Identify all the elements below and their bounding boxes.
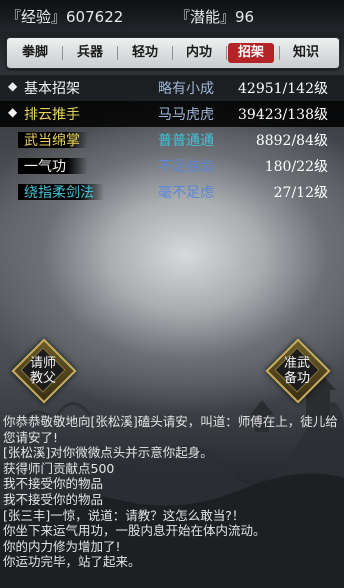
- tab-divider: [226, 46, 227, 60]
- skill-name: 武当绵掌: [24, 133, 80, 149]
- game-screen: 『经验』607622 『潜能』96 拳脚 兵器 轻功 内功 招架 知识 ◆ 基本…: [0, 0, 344, 588]
- log-line: 我不接受你的物品: [3, 476, 104, 492]
- ask-master-label-line1: 请师: [29, 356, 56, 371]
- potential-value: 96: [235, 8, 255, 26]
- experience-stat: 『经验』607622: [6, 6, 123, 27]
- skill-row[interactable]: 武当绵掌 普普通通 8892/84级: [0, 127, 344, 153]
- skill-name: 基本招架: [24, 81, 80, 97]
- prepare-martial-label-line1: 准武: [283, 356, 310, 371]
- tab-divider: [279, 46, 280, 60]
- skill-category-tabs: 拳脚 兵器 轻功 内功 招架 知识: [6, 37, 340, 69]
- skill-progress: 180/22级: [264, 159, 328, 175]
- tab-fist[interactable]: 拳脚: [13, 43, 57, 63]
- tab-knowledge[interactable]: 知识: [283, 43, 329, 63]
- log-line: 我不接受你的物品: [3, 491, 104, 507]
- skill-progress: 27/12级: [273, 185, 328, 201]
- skill-level: 马马虎虎: [158, 107, 214, 123]
- experience-value: 607622: [66, 8, 124, 26]
- skill-row-selected[interactable]: ◆ 排云推手 马马虎虎 39423/138级: [0, 101, 344, 127]
- skill-level: 不足挂齿: [158, 159, 214, 175]
- prepare-martial-button[interactable]: 准武 备功: [265, 338, 331, 404]
- skill-level: 普普通通: [158, 133, 214, 149]
- tab-lightness[interactable]: 轻功: [123, 43, 167, 63]
- ask-master-label-line2: 教父: [29, 371, 56, 386]
- skill-name: 绕指柔剑法: [24, 185, 94, 201]
- skill-progress: 39423/138级: [238, 107, 328, 123]
- skill-progress: 42951/142级: [238, 81, 328, 97]
- stats-bar: 『经验』607622 『潜能』96: [0, 0, 344, 32]
- skill-name: 排云推手: [24, 107, 80, 123]
- skill-row[interactable]: 一气功 不足挂齿 180/22级: [0, 153, 344, 179]
- log-line: 获得师门贡献点500: [3, 460, 115, 476]
- tab-parry[interactable]: 招架: [228, 43, 274, 63]
- skill-level: 毫不足虑: [158, 185, 214, 201]
- ask-master-label: 请师 教父: [13, 356, 73, 386]
- tab-divider: [62, 46, 63, 60]
- message-log: 你恭恭敬敬地向[张松溪]磕头请安，叫道：师傅在上，徒儿给您请安了! [张松溪]对…: [0, 414, 344, 588]
- tab-divider: [172, 46, 173, 60]
- potential-label: 『潜能』: [175, 8, 236, 26]
- log-line: 你恭恭敬敬地向[张松溪]磕头请安，叫道：师傅在上，徒儿给您请安了!: [3, 414, 338, 445]
- skill-row[interactable]: ◆ 基本招架 略有小成 42951/142级: [0, 75, 344, 101]
- log-line: 你坐下来运气用功，一股内息开始在体内流动。: [3, 523, 266, 539]
- diamond-bullet-icon: ◆: [8, 105, 18, 119]
- prepare-martial-label: 准武 备功: [267, 356, 327, 386]
- skill-name: 一气功: [24, 159, 66, 175]
- tab-internal[interactable]: 内功: [177, 43, 221, 63]
- skill-level: 略有小成: [158, 81, 214, 97]
- prepare-martial-label-line2: 备功: [283, 371, 310, 386]
- log-line: [张松溪]对你微微点头并示意你起身。: [3, 445, 213, 461]
- log-line: 你的内力修为增加了!: [3, 538, 121, 554]
- log-line: 你运功完毕，站了起来。: [3, 554, 141, 570]
- tab-weapon[interactable]: 兵器: [68, 43, 112, 63]
- ask-master-button[interactable]: 请师 教父: [11, 338, 77, 404]
- experience-label: 『经验』: [6, 8, 67, 26]
- skill-row[interactable]: 绕指柔剑法 毫不足虑 27/12级: [0, 179, 344, 205]
- potential-stat: 『潜能』96: [175, 6, 254, 27]
- log-line: [张三丰]一惊，说道：请教？这怎么敢当?！: [3, 507, 245, 523]
- skill-progress: 8892/84级: [255, 133, 328, 149]
- diamond-bullet-icon: ◆: [8, 79, 18, 93]
- tab-divider: [117, 46, 118, 60]
